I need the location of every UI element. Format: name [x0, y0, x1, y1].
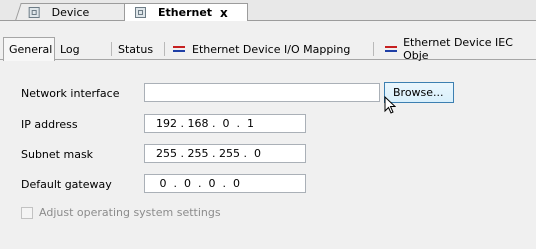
- network-interface-field[interactable]: [144, 83, 380, 102]
- adjust-os-settings-checkbox[interactable]: [21, 206, 33, 219]
- tab-log-label: Log: [60, 42, 80, 56]
- default-gateway-field[interactable]: 0 . 0 . 0 . 0: [144, 174, 306, 193]
- tab-divider: [164, 42, 165, 56]
- tab-general[interactable]: General: [3, 37, 55, 61]
- tab-io-mapping-label: Ethernet Device I/O Mapping: [192, 42, 351, 56]
- device-icon: [28, 6, 40, 18]
- tab-device-label: Device: [51, 5, 90, 19]
- tab-status-label: Status: [118, 42, 154, 56]
- tab-divider: [373, 42, 374, 56]
- tab-ethernet[interactable]: Ethernet x: [124, 3, 248, 21]
- tab-io-mapping[interactable]: Ethernet Device I/O Mapping: [168, 38, 355, 60]
- mouse-cursor-icon: [384, 96, 396, 114]
- mapping-icon: [385, 45, 398, 53]
- tab-iec-objects[interactable]: Ethernet Device IEC Obje: [380, 36, 536, 62]
- subnet-mask-label: Subnet mask: [21, 148, 94, 161]
- tab-device[interactable]: Device: [15, 3, 133, 20]
- adjust-os-settings-option[interactable]: Adjust operating system settings: [21, 206, 221, 219]
- tab-iec-objects-label: Ethernet Device IEC Obje: [403, 36, 513, 62]
- network-interface-label: Network interface: [21, 87, 120, 100]
- tab-divider: [111, 42, 112, 56]
- default-gateway-label: Default gateway: [21, 178, 112, 191]
- device-icon: [135, 7, 146, 18]
- subnet-mask-field[interactable]: 255 . 255 . 255 . 0: [144, 144, 306, 163]
- tab-general-label: General: [9, 43, 53, 56]
- ip-address-label: IP address: [21, 118, 78, 131]
- tab-status[interactable]: Status: [113, 38, 158, 60]
- ip-address-field[interactable]: 192 . 168 . 0 . 1: [144, 114, 306, 133]
- tab-log[interactable]: Log: [55, 38, 85, 60]
- browse-button-label: Browse...: [393, 86, 444, 99]
- tab-ethernet-label: Ethernet: [158, 6, 213, 19]
- close-icon[interactable]: x: [220, 6, 228, 20]
- adjust-os-settings-label: Adjust operating system settings: [39, 206, 221, 219]
- mapping-icon: [173, 45, 185, 53]
